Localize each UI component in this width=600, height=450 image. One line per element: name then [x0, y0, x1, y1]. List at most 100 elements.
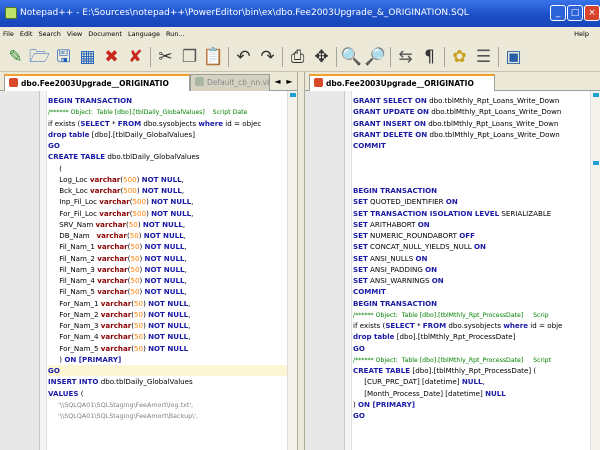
code-line[interactable]: 95 Inp_Fil_Loc varchar(500) NOT NULL, — [48, 196, 287, 207]
tab-fee2003upgrade[interactable]: dbo.Fee2003Upgrade__ORIGINATIO — [4, 74, 190, 91]
new-file-icon[interactable]: ✎ — [4, 45, 27, 69]
code-line[interactable]: 89drop table [dbo].[tblDaily_GlobalValue… — [48, 129, 287, 140]
code-line[interactable]: 92 ( — [48, 163, 287, 174]
close-icon[interactable]: ✖ — [100, 45, 123, 69]
menu-file[interactable]: File — [0, 27, 17, 42]
close-window-button[interactable]: × — [584, 5, 600, 21]
code-line[interactable]: 1275GRANT SELECT ON dbo.tblMthly_Rpt_Loa… — [353, 95, 590, 106]
close-all-icon[interactable]: ✘ — [124, 45, 147, 69]
code-line[interactable]: 1279COMMIT — [353, 140, 590, 151]
menu-run[interactable]: Run... — [163, 27, 188, 42]
menu-language[interactable]: Language — [125, 27, 163, 42]
code-line[interactable]: 111INSERT INTO dbo.tblDaily_GlobalValues — [48, 376, 287, 387]
tab-fee2003upgrade-clone[interactable]: dbo.Fee2003Upgrade__ORIGINATIO — [309, 74, 495, 91]
code-line[interactable]: 88if exists (SELECT * FROM dbo.sysobject… — [48, 118, 287, 129]
code-line[interactable]: 1277GRANT INSERT ON dbo.tblMthly_Rpt_Loa… — [353, 118, 590, 129]
code-line[interactable]: 90GO — [48, 140, 287, 151]
code-line[interactable]: 103 Fil_Nam_5 varchar(50) NOT NULL, — [48, 286, 287, 297]
left-editor-pane[interactable]: 86BEGIN TRANSACTION87/****** Object: Tab… — [0, 91, 297, 450]
code-line[interactable]: 1290SET ANSI_PADDING ON — [353, 264, 590, 275]
code-line[interactable]: 1288SET CONCAT_NULL_YIELDS_NULL ON — [353, 241, 590, 252]
maximize-button[interactable]: □ — [567, 5, 583, 21]
code-line[interactable]: 1281 — [353, 163, 590, 174]
undo-icon[interactable]: ↶ — [232, 45, 255, 69]
code-line[interactable]: 86BEGIN TRANSACTION — [48, 95, 287, 106]
code-line[interactable]: 108 For_Nam_5 varchar(50) NOT NULL — [48, 343, 287, 354]
code-line[interactable]: 104 For_Nam_1 varchar(50) NOT NULL, — [48, 298, 287, 309]
code-line[interactable]: 1293BEGIN TRANSACTION — [353, 298, 590, 309]
show-all-chars-icon[interactable]: ¶ — [418, 45, 441, 69]
code-line[interactable]: 1287SET NUMERIC_ROUNDABORT OFF — [353, 230, 590, 241]
menu-search[interactable]: Search — [35, 27, 63, 42]
code-line[interactable]: 1294/****** Object: Table [dbo].[tblMthl… — [353, 309, 590, 320]
code-line[interactable]: 114 '\\SQLQA01\SQLStaging\FeeAmort\Backu… — [48, 410, 287, 421]
code-line[interactable]: 1284SET QUOTED_IDENTIFIER ON — [353, 196, 590, 207]
menu-edit[interactable]: Edit — [17, 27, 36, 42]
code-line[interactable]: 107 For_Nam_4 varchar(50) NOT NULL, — [48, 331, 287, 342]
code-line[interactable]: 1292COMMIT — [353, 286, 590, 297]
code-line[interactable]: 112VALUES ( — [48, 388, 287, 399]
code-line[interactable]: 1289SET ANSI_NULLS ON — [353, 253, 590, 264]
zoom-in-icon[interactable]: 🔍 — [340, 45, 363, 69]
code-line[interactable]: 1301 [Month_Process_Date] [datetime] NUL… — [353, 388, 590, 399]
code-line[interactable]: 1276GRANT UPDATE ON dbo.tblMthly_Rpt_Loa… — [353, 106, 590, 117]
code-line[interactable]: 1300 [CUR_PRC_DAT] [datetime] NULL, — [353, 376, 590, 387]
paste-icon[interactable]: 📋 — [202, 45, 225, 69]
code-line[interactable]: 105 For_Nam_2 varchar(50) NOT NULL, — [48, 309, 287, 320]
code-line[interactable]: 1278GRANT DELETE ON dbo.tblMthly_Rpt_Loa… — [353, 129, 590, 140]
code-line[interactable]: 113 '\\SQLQA01\SQLStaging\FeeAmort\log.t… — [48, 399, 287, 410]
code-line[interactable]: 110GO — [48, 365, 287, 377]
code-line[interactable]: 100 Fil_Nam_2 varchar(50) NOT NULL, — [48, 253, 287, 264]
code-line[interactable]: 94 Bck_Loc varchar(500) NOT NULL, — [48, 185, 287, 196]
code-line[interactable]: 1295if exists (SELECT * FROM dbo.sysobje… — [353, 320, 590, 331]
code-line[interactable]: 1298/****** Object: Table [dbo].[tblMthl… — [353, 354, 590, 365]
menu-view[interactable]: View — [64, 27, 85, 42]
macro-icon[interactable]: ▣ — [502, 45, 525, 69]
code-line[interactable]: 1302) ON [PRIMARY] — [353, 399, 590, 410]
code-line[interactable]: 1280 — [353, 151, 590, 162]
find-icon[interactable]: ✥ — [310, 45, 333, 69]
code-line[interactable]: 1286SET ARITHABORT ON — [353, 219, 590, 230]
print-icon[interactable]: ⎙ — [286, 45, 309, 69]
cut-icon[interactable]: ✂ — [154, 45, 177, 69]
zoom-out-icon[interactable]: 🔎 — [364, 45, 387, 69]
code-line[interactable]: 109 ) ON [PRIMARY] — [48, 354, 287, 365]
code-line[interactable]: 96 For_Fil_Loc varchar(500) NOT NULL, — [48, 208, 287, 219]
code-line[interactable]: 1299CREATE TABLE [dbo].[tblMthly_Rpt_Pro… — [353, 365, 590, 376]
redo-icon[interactable]: ↷ — [256, 45, 279, 69]
vertical-scrollbar[interactable] — [287, 91, 297, 450]
save-all-icon[interactable]: ▦ — [76, 45, 99, 69]
code-line[interactable]: 102 Fil_Nam_4 varchar(50) NOT NULL, — [48, 275, 287, 286]
code-line[interactable]: 1285SET TRANSACTION ISOLATION LEVEL SERI… — [353, 208, 590, 219]
menu-help[interactable]: Help — [571, 27, 592, 42]
code-line[interactable]: 98 DB_Nam varchar(50) NOT NULL, — [48, 230, 287, 241]
word-wrap-icon[interactable]: ⇆ — [394, 45, 417, 69]
code-line[interactable]: 1296drop table [dbo].[tblMthly_Rpt_Proce… — [353, 331, 590, 342]
user-language-icon[interactable]: ☰ — [472, 45, 495, 69]
code-line[interactable]: 1297GO — [353, 343, 590, 354]
code-line[interactable]: 1283BEGIN TRANSACTION — [353, 185, 590, 196]
code-view[interactable]: 1275GRANT SELECT ON dbo.tblMthly_Rpt_Loa… — [353, 95, 590, 421]
code-line[interactable]: 93 Log_Loc varchar(500) NOT NULL, — [48, 174, 287, 185]
code-line[interactable]: 91CREATE TABLE dbo.tblDaily_GlobalValues — [48, 151, 287, 162]
code-line[interactable]: 101 Fil_Nam_3 varchar(50) NOT NULL, — [48, 264, 287, 275]
code-line[interactable]: 1303GO — [353, 410, 590, 421]
save-icon[interactable]: 🖫 — [52, 45, 75, 69]
tab-scroll-left-icon[interactable]: ◄ — [272, 76, 283, 88]
code-line[interactable]: 1291SET ANSI_WARNINGS ON — [353, 275, 590, 286]
menu-document[interactable]: Document — [85, 27, 125, 42]
view-splitter[interactable] — [297, 72, 305, 450]
copy-icon[interactable]: ❐ — [178, 45, 201, 69]
code-line[interactable]: 87/****** Object: Table [dbo].[tblDaily_… — [48, 106, 287, 117]
code-line[interactable]: 106 For_Nam_3 varchar(50) NOT NULL, — [48, 320, 287, 331]
vertical-scrollbar[interactable] — [590, 91, 600, 450]
tab-default-cb-nn[interactable]: Default_cb_nn.vb — [190, 74, 270, 91]
code-line[interactable]: 99 Fil_Nam_1 varchar(50) NOT NULL, — [48, 241, 287, 252]
right-editor-pane[interactable]: 1275GRANT SELECT ON dbo.tblMthly_Rpt_Loa… — [305, 91, 600, 450]
minimize-button[interactable]: _ — [550, 5, 566, 21]
tab-scroll-right-icon[interactable]: ► — [284, 76, 295, 88]
open-file-icon[interactable]: 🗁 — [28, 45, 51, 69]
code-line[interactable]: 1282 — [353, 174, 590, 185]
code-line[interactable]: 97 SRV_Nam varchar(50) NOT NULL, — [48, 219, 287, 230]
indent-guide-icon[interactable]: ✿ — [448, 45, 471, 69]
